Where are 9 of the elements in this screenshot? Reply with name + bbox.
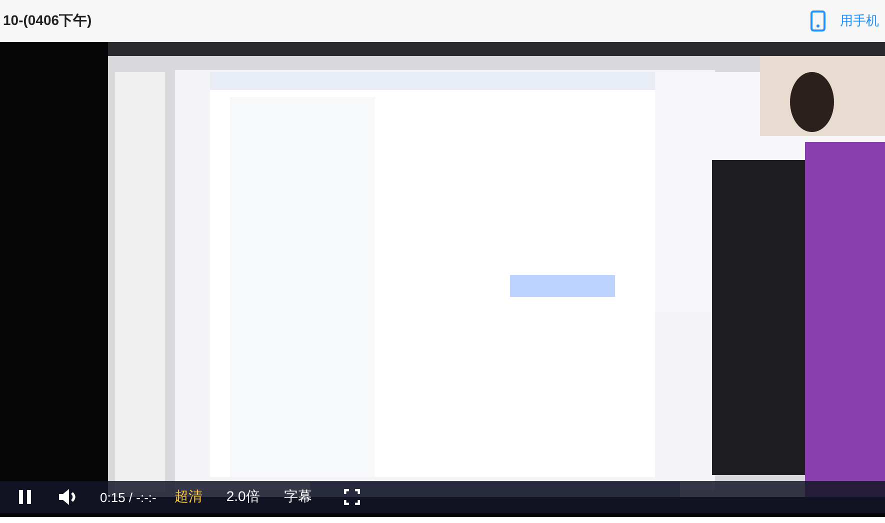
quality-button[interactable]: 超清 (174, 488, 202, 506)
phone-icon (810, 10, 826, 32)
pause-button[interactable] (18, 489, 32, 505)
volume-button[interactable] (58, 488, 78, 506)
playback-time: 0:15 / -:-:- (100, 490, 156, 504)
video-title: 10-(0406下午) (3, 12, 92, 30)
speed-button[interactable]: 2.0倍 (226, 488, 260, 506)
fullscreen-button[interactable] (344, 489, 360, 505)
subtitles-button[interactable]: 字幕 (284, 488, 312, 506)
